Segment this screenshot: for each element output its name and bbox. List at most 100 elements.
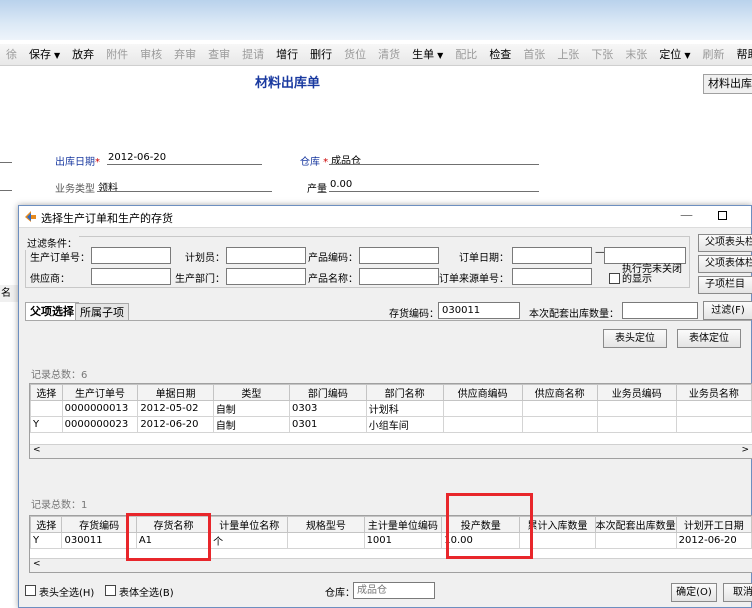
product-name-input[interactable] <box>359 268 439 285</box>
table-cell[interactable]: 2012-06-20 <box>137 416 214 433</box>
column-header[interactable]: 业务员名称 <box>675 384 752 401</box>
table-cell[interactable] <box>594 532 677 549</box>
table-cell[interactable] <box>521 416 598 433</box>
tab-child-items[interactable]: 所属子项 <box>75 303 129 321</box>
table-cell[interactable]: 个 <box>210 532 289 549</box>
table-cell[interactable] <box>521 400 598 417</box>
form-tab-button[interactable]: 材料出库单 <box>703 74 752 94</box>
column-header[interactable]: 选择 <box>30 516 63 533</box>
source-no-input[interactable] <box>512 268 592 285</box>
table-cell[interactable] <box>596 400 677 417</box>
toolbar-item[interactable]: 帮助 <box>730 44 752 65</box>
filter-button[interactable]: 过滤(F) <box>703 301 752 320</box>
cancel-button[interactable]: 取消 <box>723 583 752 602</box>
table-cell[interactable] <box>442 400 523 417</box>
toolbar-item[interactable]: 放弃 <box>66 44 100 65</box>
minimize-icon[interactable]: — <box>680 208 693 223</box>
table-cell[interactable]: 自制 <box>212 400 290 417</box>
out-date-value[interactable]: 2012-06-20 <box>108 152 166 163</box>
output-value[interactable]: 0.00 <box>330 179 352 190</box>
column-header[interactable]: 部门名称 <box>365 384 444 401</box>
maximize-icon[interactable] <box>718 211 727 220</box>
table-row[interactable]: 0000000013 2012-05-02 自制 0303 计划科 <box>30 400 752 417</box>
dept-input[interactable] <box>226 268 306 285</box>
table-cell[interactable] <box>675 416 752 433</box>
column-header[interactable]: 本次配套出库数量 <box>594 516 677 533</box>
toolbar-item[interactable]: 提请 <box>236 44 270 65</box>
column-header[interactable]: 选择 <box>30 384 63 401</box>
scroll-left-icon[interactable]: < <box>33 559 41 569</box>
toolbar-item[interactable]: 清货 <box>372 44 406 65</box>
table-cell[interactable]: 自制 <box>212 416 290 433</box>
toolbar-item[interactable]: 生单 ▼ <box>406 44 449 65</box>
scroll-left-icon[interactable]: < <box>33 445 41 455</box>
upper-grid-hscroll[interactable]: < > <box>30 444 752 458</box>
column-header[interactable]: 计划开工日期 <box>675 516 752 533</box>
toolbar-item[interactable]: 下张 <box>585 44 619 65</box>
column-header[interactable]: 规格型号 <box>287 516 365 533</box>
table-cell[interactable]: 计划科 <box>365 400 444 417</box>
column-header[interactable]: 生产订单号 <box>61 384 139 401</box>
child-columns-button[interactable]: 子项栏目 <box>698 276 752 294</box>
toolbar-item[interactable]: 增行 <box>270 44 304 65</box>
supplier-input[interactable] <box>91 268 171 285</box>
tab-parent-select[interactable]: 父项选择 <box>25 302 79 321</box>
toolbar-item[interactable]: 保存 ▼ <box>23 44 66 65</box>
order-no-input[interactable] <box>91 247 171 264</box>
parent-body-columns-button[interactable]: 父项表体栏 <box>698 255 752 273</box>
toolbar-item[interactable]: 审核 <box>134 44 168 65</box>
qty-input[interactable] <box>622 302 698 319</box>
ok-button[interactable]: 确定(O) <box>671 583 717 602</box>
inventory-code-input[interactable]: 030011 <box>438 302 520 319</box>
table-row[interactable]: Y 0000000023 2012-06-20 自制 0301 小组车间 <box>30 416 752 433</box>
toolbar-item[interactable]: 首张 <box>517 44 551 65</box>
toolbar-item[interactable]: 刷新 <box>696 44 730 65</box>
table-cell[interactable] <box>675 400 752 417</box>
toolbar-item[interactable]: 末张 <box>619 44 653 65</box>
table-cell[interactable]: 2012-05-02 <box>137 400 214 417</box>
toolbar-item[interactable]: 配比 <box>449 44 483 65</box>
table-cell[interactable]: 0301 <box>288 416 367 433</box>
toolbar-item[interactable]: 检查 <box>483 44 517 65</box>
column-header[interactable]: 单据日期 <box>137 384 214 401</box>
header-locate-button[interactable]: 表头定位 <box>603 329 667 348</box>
toolbar-item[interactable]: 徐 <box>0 44 23 65</box>
toolbar-item[interactable]: 定位 ▼ <box>653 44 696 65</box>
table-cell[interactable]: 小组车间 <box>365 416 444 433</box>
parent-header-columns-button[interactable]: 父项表头栏 <box>698 234 752 252</box>
table-cell[interactable]: 0000000023 <box>61 416 139 433</box>
table-cell[interactable]: Y <box>30 416 63 433</box>
table-cell[interactable]: 2012-06-20 <box>675 532 752 549</box>
scroll-right-icon[interactable]: > <box>741 445 749 455</box>
column-header[interactable]: 计量单位名称 <box>210 516 289 533</box>
table-cell[interactable]: Y <box>30 532 63 549</box>
body-locate-button[interactable]: 表体定位 <box>677 329 741 348</box>
column-header[interactable]: 部门编码 <box>288 384 367 401</box>
table-cell[interactable]: 1001 <box>363 532 443 549</box>
column-header[interactable]: 类型 <box>212 384 290 401</box>
toolbar-item[interactable]: 上张 <box>551 44 585 65</box>
product-code-input[interactable] <box>359 247 439 264</box>
planner-input[interactable] <box>226 247 306 264</box>
column-header[interactable]: 供应商名称 <box>521 384 598 401</box>
select-all-body-checkbox[interactable] <box>105 585 116 596</box>
show-closed-checkbox[interactable] <box>609 273 620 284</box>
order-date-to-input[interactable] <box>604 247 686 264</box>
table-cell[interactable] <box>287 532 365 549</box>
select-all-header-checkbox[interactable] <box>25 585 36 596</box>
column-header[interactable]: 供应商编码 <box>442 384 523 401</box>
order-date-from-input[interactable] <box>512 247 592 264</box>
toolbar-item[interactable]: 货位 <box>338 44 372 65</box>
dropdown-arrow-icon[interactable]: ▼ <box>54 51 60 60</box>
dropdown-arrow-icon[interactable]: ▼ <box>437 51 443 60</box>
toolbar-item[interactable]: 附件 <box>100 44 134 65</box>
toolbar-item[interactable]: 删行 <box>304 44 338 65</box>
toolbar-item[interactable]: 弃审 <box>168 44 202 65</box>
dropdown-arrow-icon[interactable]: ▼ <box>684 51 690 60</box>
column-header[interactable]: 主计量单位编码 <box>363 516 443 533</box>
table-cell[interactable]: 0000000013 <box>61 400 139 417</box>
footer-warehouse-input[interactable]: 成品仓 <box>353 582 435 599</box>
table-cell[interactable]: 0303 <box>288 400 367 417</box>
table-cell[interactable] <box>596 416 677 433</box>
toolbar-item[interactable]: 查审 <box>202 44 236 65</box>
